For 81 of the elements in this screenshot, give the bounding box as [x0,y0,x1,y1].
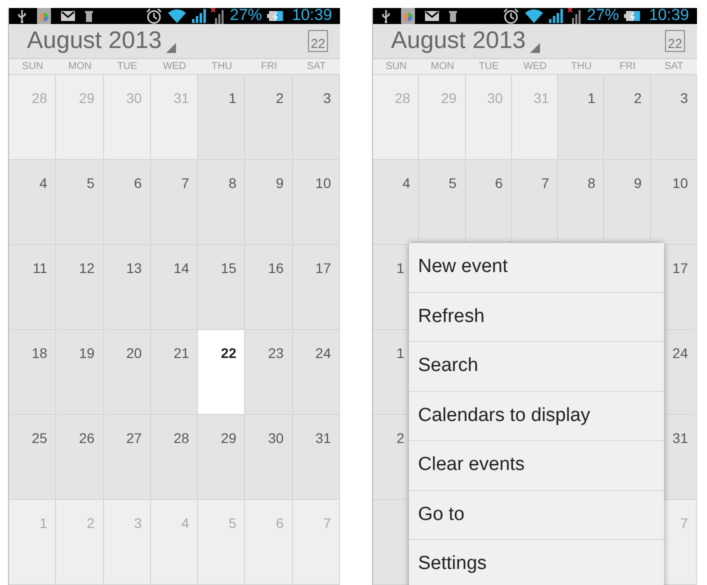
day-cell[interactable]: 30 [245,415,293,500]
no-signal-icon [210,8,225,24]
menu-item[interactable]: Calendars to display [409,392,664,441]
day-cell[interactable]: 17 [292,245,340,330]
clock: 10:39 [648,8,689,24]
weekday-label: SAT [663,60,684,74]
day-cell[interactable]: 5 [419,160,466,245]
wifi-icon [166,8,187,24]
trash-icon [85,10,93,22]
menu-item[interactable]: Refresh [409,292,664,342]
today-button[interactable]: 22 [665,30,685,52]
clock: 10:39 [292,8,332,24]
day-cell[interactable]: 1 [198,75,246,160]
today-button[interactable]: 22 [308,30,328,52]
battery-icon [266,11,283,21]
weekday-label: THU [210,60,234,74]
no-signal-icon [568,8,582,24]
day-cell[interactable]: 3 [292,75,340,160]
day-cell[interactable]: 26 [56,415,104,500]
day-cell[interactable]: 9 [245,160,293,245]
wifi-icon [524,8,544,24]
day-cell[interactable]: 10 [650,160,697,245]
day-cell[interactable]: 4 [9,160,56,245]
day-cell[interactable]: 2 [245,75,293,160]
signal-icon [548,9,563,23]
weekday-label: SAT [306,60,327,74]
gallery-icon [37,8,51,24]
day-cell[interactable]: 7 [512,160,558,245]
day-cell[interactable]: 9 [604,160,651,245]
day-cell[interactable]: 11 [9,245,56,330]
day-cell[interactable]: 7 [150,160,198,245]
day-cell[interactable]: 8 [198,160,246,245]
weekday-label: TUE [116,60,138,74]
menu-item[interactable]: Search [409,342,664,392]
day-cell[interactable]: 5 [56,160,104,245]
weekday-label: WED [522,60,548,74]
day-cell[interactable]: 4 [373,160,420,245]
menu-item[interactable]: Clear events [409,441,664,490]
day-cell[interactable]: 1 [558,75,604,160]
weekday-label: THU [570,60,593,74]
day-cell[interactable]: 15 [198,245,246,330]
weekday-label: FRI [260,60,278,74]
weekday-label: SUN [384,60,408,74]
weekday-label: MON [67,60,93,74]
menu-item[interactable]: New event [409,243,664,292]
battery-icon [624,11,640,21]
signal-icon [192,9,206,23]
battery-percent: 27% [230,8,262,24]
day-cell[interactable]: 31 [292,415,340,500]
menu-item[interactable]: Go to [409,490,664,540]
day-cell[interactable]: 3 [650,75,697,160]
gallery-icon [401,8,415,24]
weekday-label: SUN [21,60,44,74]
day-cell[interactable]: 16 [245,245,293,330]
day-cell[interactable]: 14 [150,245,198,330]
day-cell[interactable]: 13 [104,245,151,330]
day-cell[interactable]: 24 [292,330,340,415]
day-cell[interactable]: 8 [558,160,604,245]
battery-percent: 27% [586,8,619,24]
trash-icon [449,10,457,22]
day-cell[interactable]: 6 [466,160,512,245]
weekday-label: FRI [618,60,637,74]
mail-icon [61,11,75,21]
day-cell[interactable]: 18 [9,330,56,415]
day-cell[interactable]: 10 [292,160,340,245]
day-cell[interactable]: 19 [56,330,104,415]
weekday-label: TUE [478,60,500,74]
day-cell[interactable]: 22 [198,330,246,415]
day-cell[interactable]: 27 [104,415,151,500]
day-cell[interactable]: 12 [56,245,104,330]
day-cell[interactable]: 21 [150,330,198,415]
weekday-label: MON [430,60,456,74]
day-cell[interactable]: 20 [104,330,151,415]
day-cell[interactable]: 28 [150,415,198,500]
day-cell[interactable]: 2 [604,75,651,160]
weekday-label: WED [162,60,188,74]
day-cell[interactable]: 29 [198,415,246,500]
mail-icon [425,11,439,21]
day-cell[interactable]: 25 [9,415,56,500]
day-cell[interactable]: 23 [245,330,293,415]
day-cell[interactable]: 6 [104,160,151,245]
